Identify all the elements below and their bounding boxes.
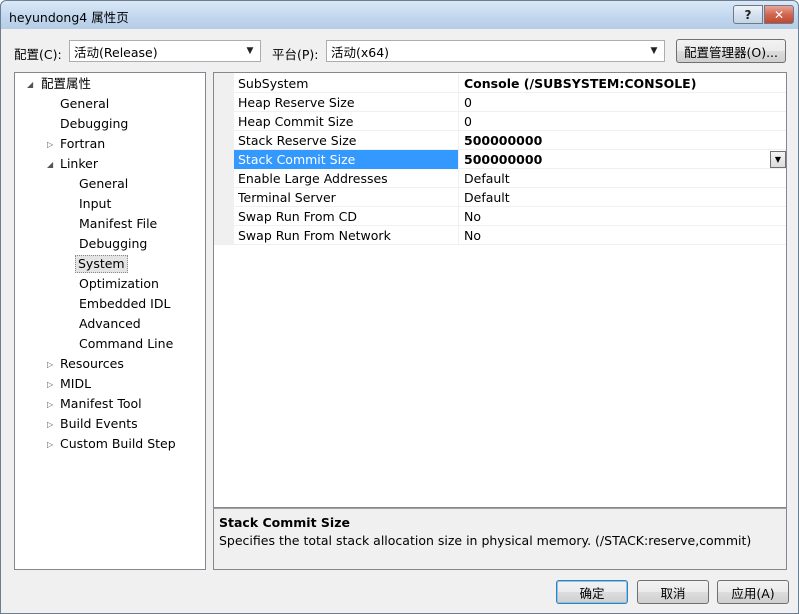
description-title: Stack Commit Size bbox=[219, 515, 350, 530]
column-divider bbox=[458, 188, 459, 207]
property-name: Stack Reserve Size bbox=[238, 133, 357, 148]
description-text: Specifies the total stack allocation siz… bbox=[219, 533, 752, 548]
dropdown-arrow-icon[interactable]: ▼ bbox=[770, 151, 786, 168]
grid-row-swap-run-from-cd[interactable]: Swap Run From CD No bbox=[234, 207, 786, 226]
help-button[interactable]: ? bbox=[733, 5, 763, 24]
chevron-down-icon: ▼ bbox=[246, 46, 254, 56]
collapsed-arrow-icon[interactable]: ▷ bbox=[47, 140, 53, 149]
config-select[interactable]: 活动(Release) ▼ bbox=[69, 40, 261, 62]
collapsed-arrow-icon[interactable]: ▷ bbox=[47, 380, 53, 389]
column-divider bbox=[458, 93, 459, 112]
grid-row-terminal-server[interactable]: Terminal Server Default bbox=[234, 188, 786, 207]
tree-item-fortran[interactable]: Fortran bbox=[60, 134, 105, 154]
grid-row-heap-reserve-size[interactable]: Heap Reserve Size 0 bbox=[234, 93, 786, 112]
collapsed-arrow-icon[interactable]: ▷ bbox=[47, 360, 53, 369]
grid-row-stack-commit-size[interactable]: Stack Commit Size 500000000 ▼ bbox=[234, 150, 786, 169]
description-panel: Stack Commit Size Specifies the total st… bbox=[213, 508, 787, 570]
tree-item-linker-optimization[interactable]: Optimization bbox=[79, 274, 159, 294]
property-value: 0 bbox=[464, 95, 472, 110]
property-value: No bbox=[464, 209, 481, 224]
chevron-down-icon: ▼ bbox=[650, 46, 658, 56]
property-name: Stack Commit Size bbox=[238, 152, 356, 167]
expanded-arrow-icon[interactable]: ◢ bbox=[27, 80, 33, 89]
apply-button[interactable]: 应用(A) bbox=[717, 580, 789, 604]
tree-item-build-events[interactable]: Build Events bbox=[60, 414, 138, 434]
config-label: 配置(C): bbox=[14, 47, 62, 62]
tree-root[interactable]: 配置属性 bbox=[41, 74, 91, 94]
grid-row-swap-run-from-network[interactable]: Swap Run From Network No bbox=[234, 226, 786, 245]
column-divider bbox=[458, 169, 459, 188]
property-grid: SubSystem Console (/SUBSYSTEM:CONSOLE) H… bbox=[213, 72, 787, 508]
tree-item-custom-build-step[interactable]: Custom Build Step bbox=[60, 434, 176, 454]
property-name: Swap Run From Network bbox=[238, 228, 391, 243]
ok-button[interactable]: 确定 bbox=[556, 580, 628, 604]
tree-item-linker-debugging[interactable]: Debugging bbox=[79, 234, 147, 254]
collapsed-arrow-icon[interactable]: ▷ bbox=[47, 440, 53, 449]
cancel-button[interactable]: 取消 bbox=[637, 580, 709, 604]
column-divider bbox=[458, 226, 459, 245]
column-divider bbox=[458, 150, 459, 169]
property-value: Default bbox=[464, 171, 510, 186]
grid-row-stack-reserve-size[interactable]: Stack Reserve Size 500000000 bbox=[234, 131, 786, 150]
grid-row-heap-commit-size[interactable]: Heap Commit Size 0 bbox=[234, 112, 786, 131]
property-value: 500000000 bbox=[464, 133, 543, 148]
tree-item-general[interactable]: General bbox=[60, 94, 109, 114]
grid-row-subsystem[interactable]: SubSystem Console (/SUBSYSTEM:CONSOLE) bbox=[234, 74, 786, 93]
grid-row-enable-large-addresses[interactable]: Enable Large Addresses Default bbox=[234, 169, 786, 188]
tree-item-resources[interactable]: Resources bbox=[60, 354, 124, 374]
tree-item-linker-input[interactable]: Input bbox=[79, 194, 111, 214]
title-bar: heyundong4 属性页 ? ✕ bbox=[1, 1, 798, 29]
property-name: SubSystem bbox=[238, 76, 309, 91]
property-tree: ◢ 配置属性 General Debugging ▷ Fortran ◢ Lin… bbox=[14, 72, 206, 570]
property-value: Default bbox=[464, 190, 510, 205]
tree-item-linker[interactable]: Linker bbox=[60, 154, 98, 174]
window-title: heyundong4 属性页 bbox=[9, 10, 129, 25]
column-divider bbox=[458, 74, 459, 93]
platform-select[interactable]: 活动(x64) ▼ bbox=[326, 40, 665, 62]
expanded-arrow-icon[interactable]: ◢ bbox=[47, 160, 53, 169]
tree-item-midl[interactable]: MIDL bbox=[60, 374, 91, 394]
property-name: Heap Reserve Size bbox=[238, 95, 355, 110]
tree-item-debugging[interactable]: Debugging bbox=[60, 114, 128, 134]
collapsed-arrow-icon[interactable]: ▷ bbox=[47, 400, 53, 409]
platform-value: 活动(x64) bbox=[331, 44, 390, 60]
property-name: Terminal Server bbox=[238, 190, 336, 205]
property-value: Console (/SUBSYSTEM:CONSOLE) bbox=[464, 76, 697, 91]
collapsed-arrow-icon[interactable]: ▷ bbox=[47, 420, 53, 429]
tree-item-linker-system[interactable]: System bbox=[75, 255, 128, 273]
tree-item-linker-manifest-file[interactable]: Manifest File bbox=[79, 214, 157, 234]
property-value: 0 bbox=[464, 114, 472, 129]
column-divider bbox=[458, 112, 459, 131]
grid-gutter bbox=[214, 73, 234, 245]
config-value: 活动(Release) bbox=[74, 44, 158, 60]
column-divider bbox=[458, 207, 459, 226]
tree-item-linker-command-line[interactable]: Command Line bbox=[79, 334, 173, 354]
tree-item-linker-general[interactable]: General bbox=[79, 174, 128, 194]
config-manager-button[interactable]: 配置管理器(O)... bbox=[676, 39, 786, 63]
property-name: Enable Large Addresses bbox=[238, 171, 388, 186]
property-name: Swap Run From CD bbox=[238, 209, 357, 224]
tree-item-linker-advanced[interactable]: Advanced bbox=[79, 314, 141, 334]
column-divider bbox=[458, 131, 459, 150]
property-value[interactable]: 500000000 bbox=[464, 152, 542, 167]
property-pages-window: heyundong4 属性页 ? ✕ 配置(C): 活动(Release) ▼ … bbox=[0, 0, 799, 614]
close-button[interactable]: ✕ bbox=[764, 5, 794, 24]
tree-item-manifest-tool[interactable]: Manifest Tool bbox=[60, 394, 142, 414]
property-name: Heap Commit Size bbox=[238, 114, 354, 129]
tree-item-linker-embedded-idl[interactable]: Embedded IDL bbox=[79, 294, 170, 314]
platform-label: 平台(P): bbox=[272, 47, 319, 62]
property-value: No bbox=[464, 228, 481, 243]
